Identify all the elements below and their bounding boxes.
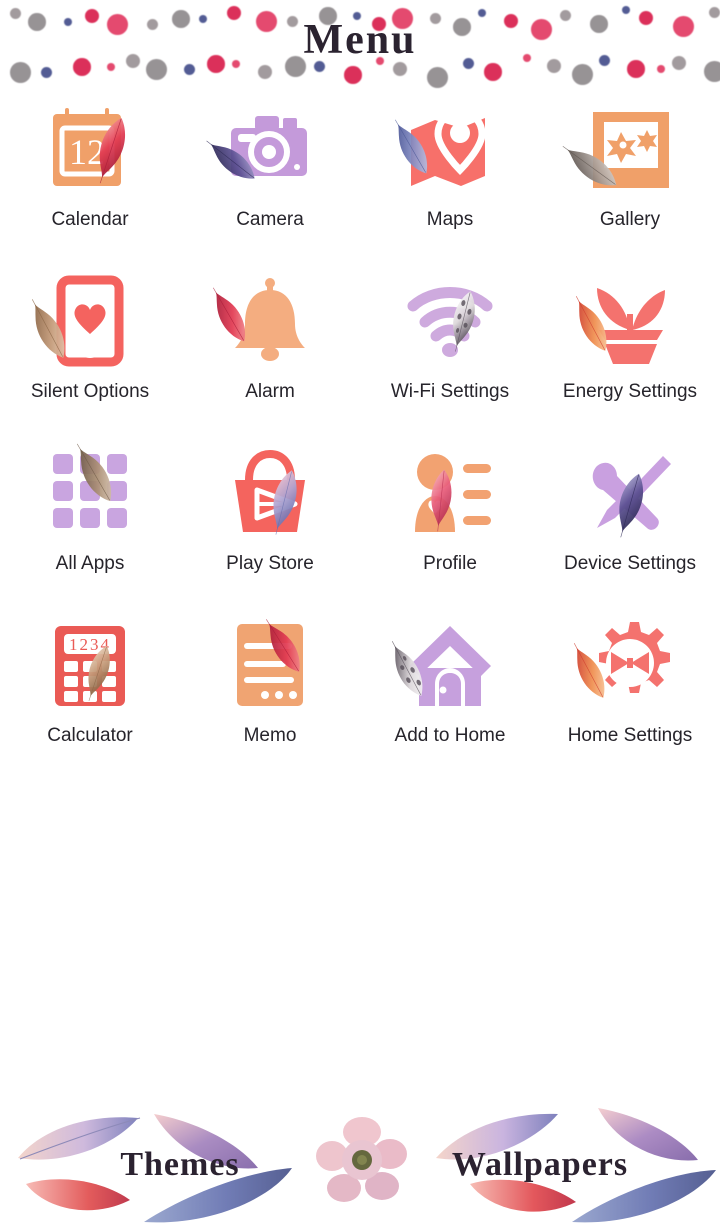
app-label: Add to Home — [394, 725, 506, 746]
app-icon-memo[interactable]: Memo — [180, 614, 360, 786]
app-icon-gallery[interactable]: Gallery — [540, 98, 720, 270]
app-label: Silent Options — [30, 381, 150, 402]
decorative-dot — [40, 67, 52, 79]
app-label: Calendar — [51, 209, 129, 230]
decorative-dot — [704, 61, 720, 82]
wallpapers-button[interactable]: Wallpapers — [360, 1090, 720, 1230]
decorative-dot — [10, 62, 31, 83]
app-icon-wi-fi-settings[interactable]: Wi-Fi Settings — [360, 270, 540, 442]
camera-icon — [206, 98, 322, 202]
app-icon-energy-settings[interactable]: Energy Settings — [540, 270, 720, 442]
app-label: Maps — [426, 209, 474, 230]
app-grid: 12 Calendar Camera Maps Gallery Silent Op… — [0, 88, 720, 786]
app-label: Energy Settings — [562, 381, 698, 402]
note-lines-icon — [218, 614, 322, 718]
app-icon-calendar[interactable]: 12 Calendar — [0, 98, 180, 270]
decorative-dot — [183, 64, 195, 76]
app-label: Home Settings — [567, 725, 693, 746]
header: Menu — [0, 0, 720, 88]
app-icon-device-settings[interactable]: Device Settings — [540, 442, 720, 614]
calculator-icon: 1234 — [38, 614, 142, 718]
phone-heart-icon — [31, 270, 142, 374]
footer-bar: Themes Wallpapers — [0, 1090, 720, 1230]
decorative-dot — [257, 65, 272, 80]
map-pin-icon — [394, 98, 502, 202]
potted-plant-icon — [575, 270, 682, 374]
app-icon-add-to-home[interactable]: Add to Home — [360, 614, 540, 786]
app-label: Device Settings — [563, 553, 696, 574]
photo-frame-icon — [562, 98, 682, 202]
themes-label: Themes — [120, 1146, 240, 1183]
decorative-dot — [572, 64, 593, 85]
wifi-icon — [398, 270, 502, 374]
app-label: Camera — [236, 209, 304, 230]
app-label: All Apps — [55, 553, 125, 574]
gear-bowtie-icon — [573, 614, 682, 718]
app-icon-camera[interactable]: Camera — [180, 98, 360, 270]
person-list-icon — [398, 442, 502, 546]
app-icon-all-apps[interactable]: All Apps — [0, 442, 180, 614]
app-label: Profile — [423, 553, 477, 574]
decorative-dot — [656, 65, 665, 73]
decorative-dot — [106, 63, 115, 71]
decorative-dot — [344, 66, 362, 84]
wallpapers-label: Wallpapers — [451, 1146, 629, 1183]
app-icon-calculator[interactable]: 1234 Calculator — [0, 614, 180, 786]
decorative-dot — [484, 63, 502, 81]
app-label: Play Store — [226, 553, 314, 574]
app-grid-icon — [38, 442, 142, 546]
bell-icon — [212, 270, 322, 374]
app-icon-home-settings[interactable]: Home Settings — [540, 614, 720, 786]
decorative-dot — [621, 6, 630, 14]
app-icon-silent-options[interactable]: Silent Options — [0, 270, 180, 442]
calendar-icon: 12 — [38, 98, 142, 202]
app-label: Gallery — [599, 209, 661, 230]
app-icon-profile[interactable]: Profile — [360, 442, 540, 614]
themes-button[interactable]: Themes — [0, 1090, 360, 1230]
app-label: Wi-Fi Settings — [390, 381, 510, 402]
house-icon — [391, 614, 502, 718]
page-title: Menu — [303, 17, 417, 63]
wrench-screwdriver-icon — [578, 442, 682, 546]
app-label: Memo — [243, 725, 297, 746]
decorative-dot — [392, 62, 407, 77]
app-label: Alarm — [245, 381, 295, 402]
app-icon-maps[interactable]: Maps — [360, 98, 540, 270]
shopping-bag-play-icon — [218, 442, 322, 546]
app-icon-play-store[interactable]: Play Store — [180, 442, 360, 614]
app-icon-alarm[interactable]: Alarm — [180, 270, 360, 442]
decorative-dot — [427, 67, 448, 88]
app-label: Calculator — [47, 725, 133, 746]
